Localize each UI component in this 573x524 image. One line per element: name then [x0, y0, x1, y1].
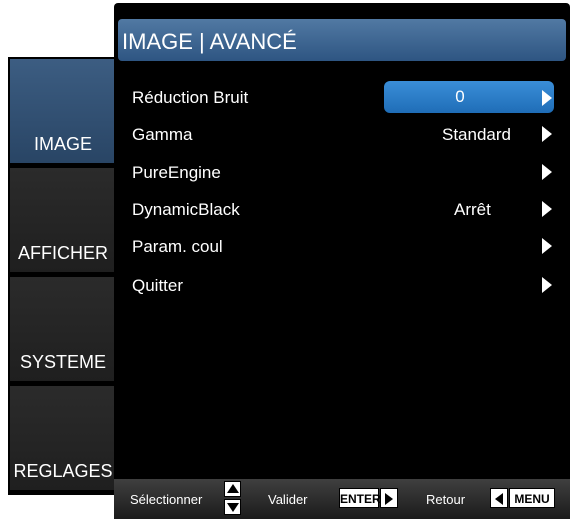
page-title: IMAGE | AVANCÉ — [122, 29, 297, 54]
menu-item-dynamicblack[interactable]: DynamicBlack Arrêt — [132, 195, 556, 223]
dynamicblack-value: Arrêt — [454, 200, 491, 219]
tab-image[interactable]: IMAGE — [10, 59, 116, 163]
menu-item-gamma[interactable]: Gamma Standard — [132, 120, 556, 148]
menu-item-param-coul[interactable]: Param. coul — [132, 232, 556, 260]
help-back-text: Retour — [426, 492, 466, 507]
tab-afficher[interactable]: AFFICHER — [10, 168, 116, 272]
gamma-value: Standard — [442, 125, 511, 144]
arrow-up-icon — [224, 481, 241, 497]
gamma-label: Gamma — [132, 125, 193, 144]
arrow-left-icon — [490, 488, 508, 508]
reduction-bruit-value-box[interactable]: 0 — [384, 81, 554, 113]
param-coul-label: Param. coul — [132, 237, 223, 256]
menu-item-quitter[interactable]: Quitter — [132, 271, 556, 299]
tab-reglages-label: REGLAGES — [13, 461, 113, 481]
menu-panel: IMAGE | AVANCÉ Réduction Bruit 0 Gamma S… — [114, 3, 570, 519]
arrow-down-icon — [224, 499, 241, 515]
updown-keys — [224, 481, 241, 515]
arrow-right-icon — [542, 90, 552, 106]
arrow-right-icon — [542, 238, 552, 254]
tab-systeme[interactable]: SYSTEME — [10, 277, 116, 381]
title-bar: IMAGE | AVANCÉ — [118, 19, 566, 61]
quitter-label: Quitter — [132, 276, 184, 295]
tab-column: IMAGE AFFICHER SYSTEME REGLAGES — [8, 57, 118, 495]
help-validate-text: Valider — [268, 492, 308, 507]
arrow-right-icon — [542, 201, 552, 217]
menu-key: MENU — [509, 488, 555, 508]
reduction-bruit-value: 0 — [455, 87, 465, 106]
arrow-right-icon — [542, 126, 552, 142]
help-bar: Sélectionner Valider ENTER Retour MENU — [114, 479, 570, 519]
dynamicblack-label: DynamicBlack — [132, 200, 240, 219]
tab-reglages[interactable]: REGLAGES — [10, 386, 116, 490]
arrow-right-icon — [542, 277, 552, 293]
help-select-text: Sélectionner — [130, 492, 203, 507]
tab-afficher-label: AFFICHER — [18, 243, 108, 263]
enter-key: ENTER — [339, 488, 381, 508]
menu-item-pureengine[interactable]: PureEngine — [132, 158, 556, 186]
arrow-right-icon — [380, 488, 398, 508]
menu-item-reduction-bruit[interactable]: Réduction Bruit 0 — [132, 81, 556, 113]
reduction-bruit-label: Réduction Bruit — [132, 88, 249, 107]
tab-image-label: IMAGE — [33, 134, 92, 154]
pureengine-label: PureEngine — [132, 163, 221, 182]
arrow-right-icon — [542, 164, 552, 180]
tab-systeme-label: SYSTEME — [19, 352, 107, 372]
